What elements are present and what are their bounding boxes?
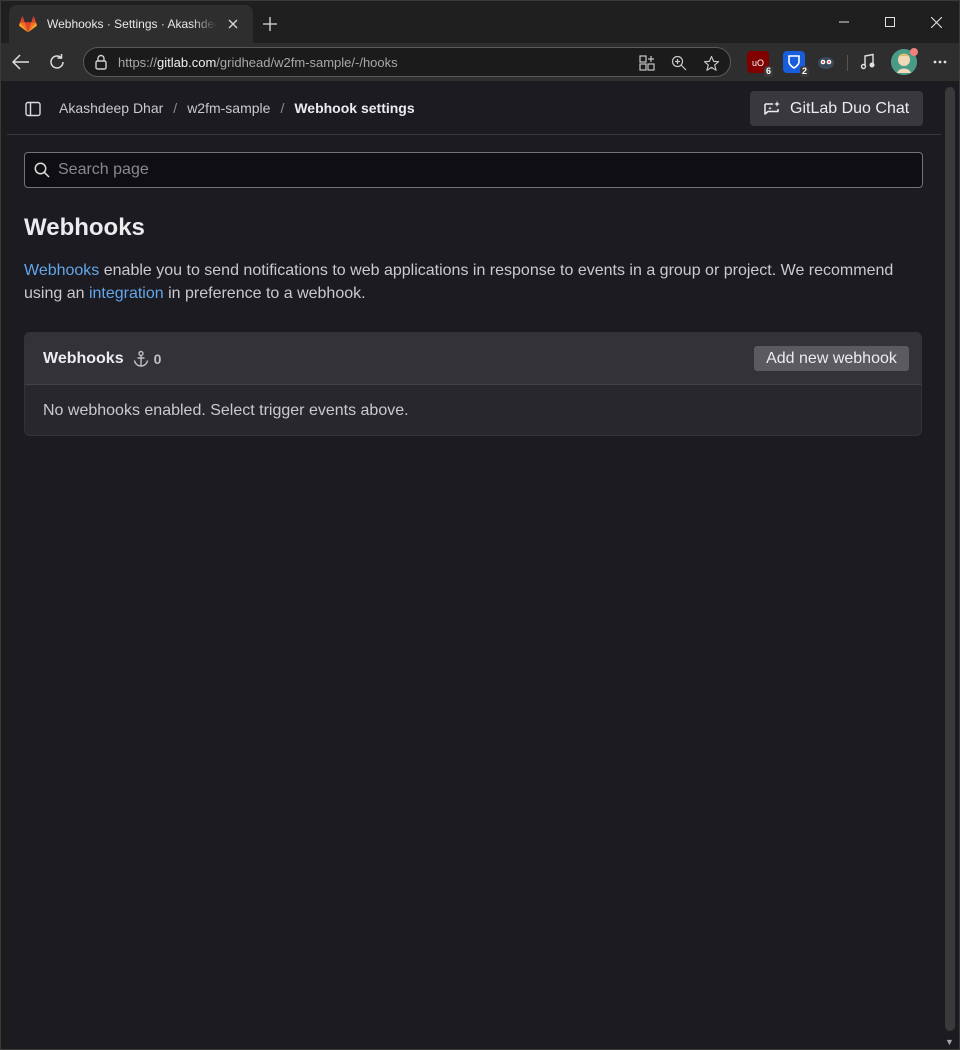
toolbar-divider bbox=[847, 55, 848, 71]
duo-chat-label: GitLab Duo Chat bbox=[790, 99, 910, 117]
tab-close-icon[interactable] bbox=[223, 14, 243, 34]
scrollbar-thumb[interactable] bbox=[945, 87, 955, 1031]
search-placeholder: Search page bbox=[58, 161, 149, 178]
webhooks-count: 0 bbox=[132, 350, 162, 368]
search-input[interactable]: Search page bbox=[24, 152, 923, 188]
page-content: Akashdeep Dhar / w2fm-sample / Webhook s… bbox=[7, 83, 941, 1049]
webhooks-docs-link[interactable]: Webhooks bbox=[24, 262, 99, 279]
maximize-button[interactable] bbox=[867, 1, 913, 43]
minimize-icon bbox=[839, 21, 849, 23]
zoom-icon[interactable] bbox=[668, 52, 690, 74]
profile-avatar[interactable] bbox=[891, 48, 918, 75]
page-scrollbar[interactable]: ▼ bbox=[941, 83, 959, 1049]
gitlab-logo-icon bbox=[19, 15, 37, 33]
integration-link[interactable]: integration bbox=[89, 285, 164, 302]
breadcrumb-item-current[interactable]: Webhook settings bbox=[294, 100, 414, 116]
browser-window: Webhooks · Settings · Akashdeep Dhar / w… bbox=[0, 0, 960, 1050]
app-available-icon[interactable] bbox=[636, 52, 658, 74]
breadcrumb-item-user[interactable]: Akashdeep Dhar bbox=[59, 100, 163, 116]
browser-toolbar: https://gitlab.com/gridhead/w2fm-sample/… bbox=[1, 43, 959, 81]
media-control-icon[interactable] bbox=[857, 51, 879, 73]
add-new-webhook-button[interactable]: Add new webhook bbox=[754, 346, 909, 371]
lock-icon bbox=[95, 54, 107, 70]
search-icon bbox=[34, 162, 50, 178]
close-icon bbox=[930, 16, 942, 28]
profile-notification-dot bbox=[910, 48, 918, 56]
webhooks-card-header: Webhooks 0 Add new webhook bbox=[25, 333, 921, 385]
close-window-button[interactable] bbox=[913, 1, 959, 43]
ublock-badge: 6 bbox=[763, 66, 773, 77]
svg-text:uO: uO bbox=[752, 58, 764, 68]
reload-button[interactable] bbox=[42, 47, 72, 77]
webhooks-empty-state: No webhooks enabled. Select trigger even… bbox=[43, 402, 409, 419]
duo-chat-icon bbox=[764, 100, 780, 115]
breadcrumb-separator: / bbox=[173, 100, 178, 116]
privacy-badger-icon[interactable] bbox=[815, 51, 837, 73]
anchor-icon bbox=[133, 350, 148, 367]
sidebar-toggle-button[interactable] bbox=[21, 97, 45, 121]
more-horizontal-icon bbox=[933, 60, 947, 64]
maximize-icon bbox=[885, 17, 895, 27]
duo-chat-button[interactable]: GitLab Duo Chat bbox=[750, 91, 923, 126]
new-tab-button[interactable] bbox=[257, 11, 283, 37]
scroll-down-arrow-icon[interactable]: ▼ bbox=[945, 1037, 954, 1047]
tab-title: Webhooks · Settings · Akashdeep Dhar / w… bbox=[47, 17, 217, 31]
reload-icon bbox=[50, 54, 64, 69]
favorite-star-icon[interactable] bbox=[700, 52, 722, 74]
browser-tab-active[interactable]: Webhooks · Settings · Akashdeep Dhar / w… bbox=[9, 5, 253, 43]
breadcrumb-item-project[interactable]: w2fm-sample bbox=[187, 100, 270, 116]
url-text: https://gitlab.com/gridhead/w2fm-sample/… bbox=[118, 54, 398, 70]
webhooks-card: Webhooks 0 Add new webhook No webhooks e… bbox=[24, 332, 922, 436]
tab-strip: Webhooks · Settings · Akashdeep Dhar / w… bbox=[1, 1, 959, 43]
description-text-end: in preference to a webhook. bbox=[163, 285, 366, 302]
page-title: Webhooks bbox=[24, 214, 145, 241]
bitwarden-icon[interactable]: 2 bbox=[783, 51, 809, 77]
arrow-left-icon bbox=[12, 54, 29, 70]
breadcrumb: Akashdeep Dhar / w2fm-sample / Webhook s… bbox=[59, 100, 415, 116]
page-description: Webhooks enable you to send notification… bbox=[24, 259, 924, 305]
bitwarden-badge: 2 bbox=[799, 66, 809, 77]
address-bar[interactable]: https://gitlab.com/gridhead/w2fm-sample/… bbox=[83, 47, 731, 77]
minimize-button[interactable] bbox=[821, 1, 867, 43]
browser-menu-button[interactable] bbox=[925, 47, 955, 77]
breadcrumb-separator: / bbox=[280, 100, 285, 116]
ublock-origin-icon[interactable]: uO 6 bbox=[747, 51, 773, 77]
sidebar-icon bbox=[25, 101, 41, 117]
plus-icon bbox=[263, 17, 277, 31]
webhooks-card-title: Webhooks bbox=[43, 349, 124, 367]
back-button[interactable] bbox=[6, 47, 36, 77]
page-topbar: Akashdeep Dhar / w2fm-sample / Webhook s… bbox=[7, 83, 941, 135]
webhooks-count-value: 0 bbox=[153, 350, 162, 367]
